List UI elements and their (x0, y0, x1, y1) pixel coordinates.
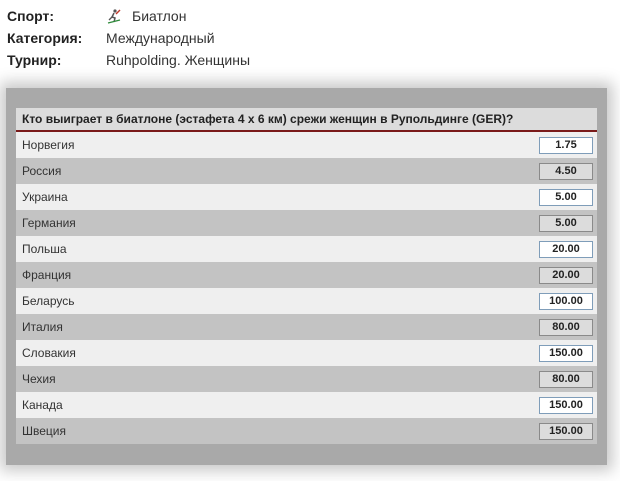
odds-button[interactable]: 150.00 (539, 344, 593, 362)
sport-value: Биатлон (132, 8, 187, 24)
team-name: Франция (22, 268, 72, 282)
odds-row: Швеция 150.00 (16, 418, 597, 444)
odds-row: Чехия 80.00 (16, 366, 597, 392)
market-panel: Кто выиграет в биатлоне (эстафета 4 x 6 … (6, 88, 607, 465)
odds-button[interactable]: 20.00 (539, 240, 593, 258)
odds-button[interactable]: 100.00 (539, 292, 593, 310)
team-name: Германия (22, 216, 76, 230)
team-name: Словакия (22, 346, 76, 360)
odds-row: Россия 4.50 (16, 158, 597, 184)
odds-button[interactable]: 5.00 (539, 214, 593, 232)
odds-row: Словакия 150.00 (16, 340, 597, 366)
category-row: Категория: Международный (7, 27, 250, 49)
sport-label: Спорт: (7, 8, 55, 24)
team-name: Норвегия (22, 138, 75, 152)
odds-row: Италия 80.00 (16, 314, 597, 340)
team-name: Канада (22, 398, 63, 412)
team-name: Италия (22, 320, 63, 334)
odds-button[interactable]: 5.00 (539, 188, 593, 206)
odds-row: Норвегия 1.75 (16, 132, 597, 158)
odds-row: Польша 20.00 (16, 236, 597, 262)
odds-row: Украина 5.00 (16, 184, 597, 210)
odds-button[interactable]: 150.00 (539, 396, 593, 414)
sport-row: Спорт: Биатлон (7, 5, 250, 27)
odds-button[interactable]: 4.50 (539, 162, 593, 180)
category-label: Категория: (7, 30, 83, 46)
tournament-row: Турнир: Ruhpolding. Женщины (7, 49, 250, 71)
biathlon-icon (106, 8, 122, 24)
team-name: Украина (22, 190, 68, 204)
odds-rows: Норвегия 1.75 Россия 4.50 Украина 5.00 Германи… (16, 132, 597, 444)
odds-button[interactable]: 80.00 (539, 318, 593, 336)
tournament-label: Турнир: (7, 52, 62, 68)
sport-value-wrap: Биатлон (106, 8, 186, 24)
team-name: Беларусь (22, 294, 75, 308)
odds-button[interactable]: 20.00 (539, 266, 593, 284)
team-name: Чехия (22, 372, 56, 386)
category-value: Международный (106, 30, 215, 46)
odds-row: Беларусь 100.00 (16, 288, 597, 314)
team-name: Россия (22, 164, 62, 178)
event-info: Спорт: Биатлон Категория: Международный … (7, 5, 250, 71)
odds-button[interactable]: 150.00 (539, 422, 593, 440)
market-title: Кто выиграет в биатлоне (эстафета 4 x 6 … (16, 108, 597, 132)
team-name: Швеция (22, 424, 66, 438)
odds-button[interactable]: 80.00 (539, 370, 593, 388)
odds-row: Канада 150.00 (16, 392, 597, 418)
odds-row: Франция 20.00 (16, 262, 597, 288)
team-name: Польша (22, 242, 67, 256)
odds-table: Кто выиграет в биатлоне (эстафета 4 x 6 … (16, 108, 597, 444)
tournament-value: Ruhpolding. Женщины (106, 52, 251, 68)
odds-row: Германия 5.00 (16, 210, 597, 236)
odds-button[interactable]: 1.75 (539, 136, 593, 154)
